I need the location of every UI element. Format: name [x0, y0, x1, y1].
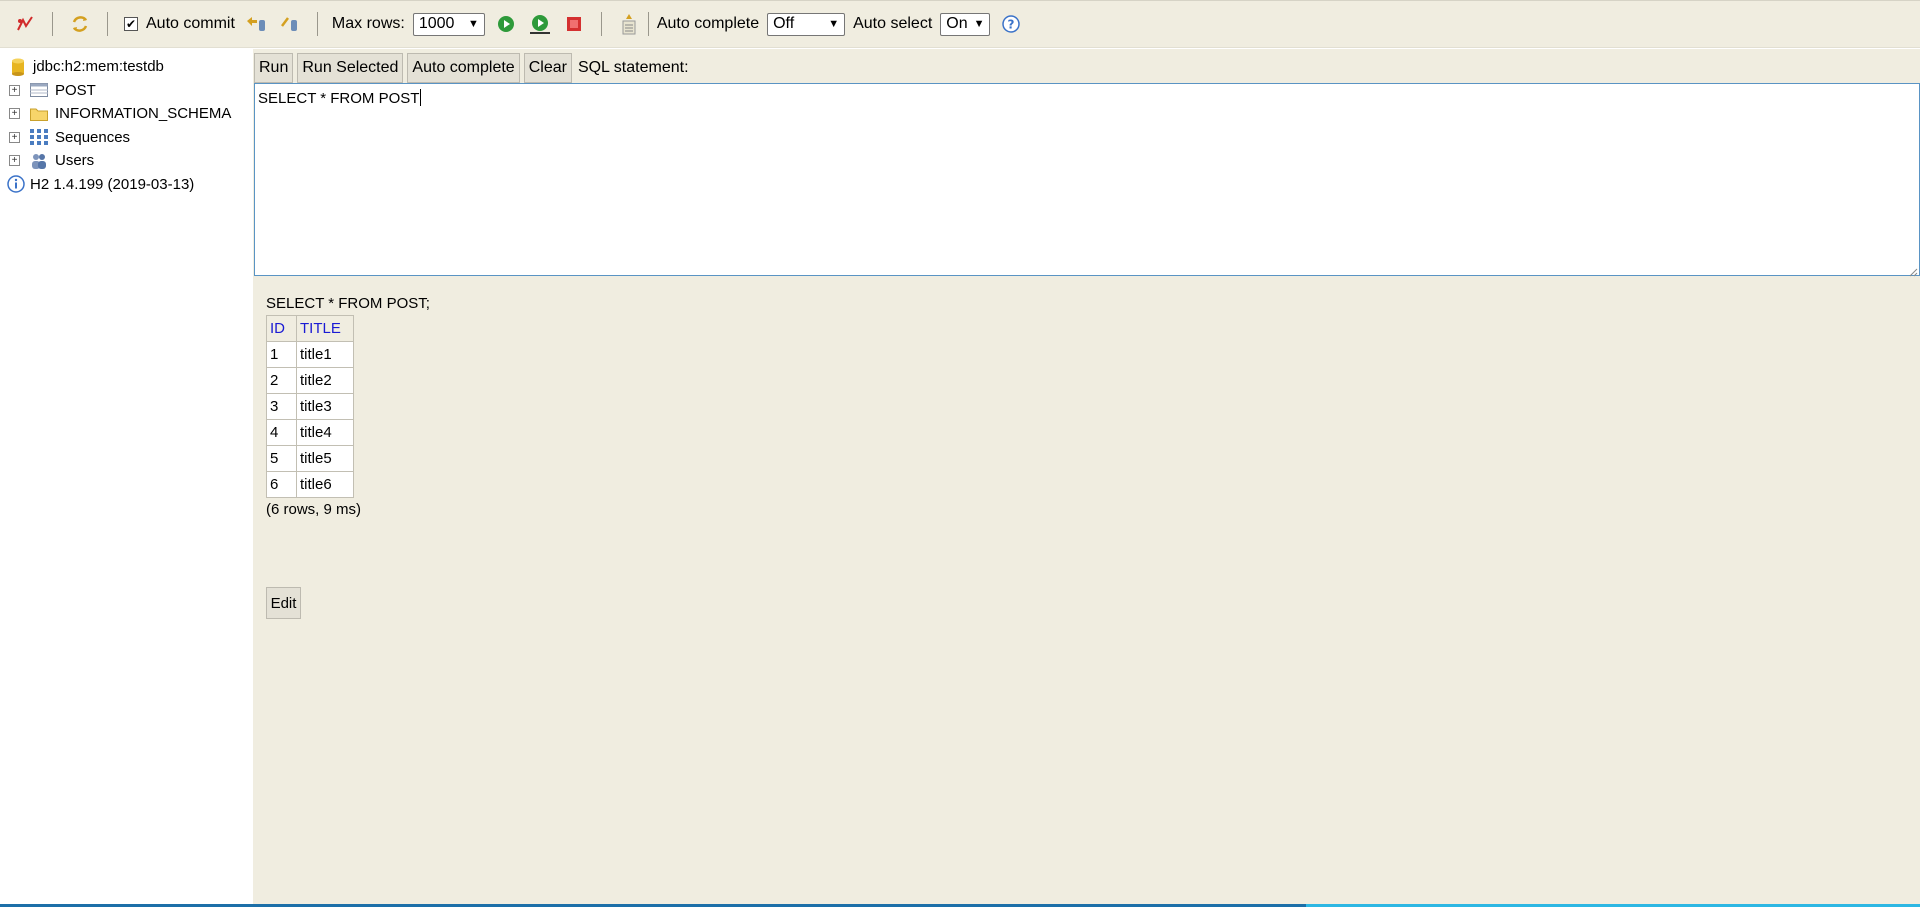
- sql-text: SELECT * FROM POST: [258, 90, 420, 107]
- expand-icon[interactable]: +: [9, 108, 20, 120]
- tree-connection[interactable]: jdbc:h2:mem:testdb: [0, 55, 253, 79]
- query-panel: Run Run Selected Auto complete Clear SQL…: [253, 49, 1920, 904]
- text-caret: [420, 89, 422, 106]
- cell-id: 6: [266, 471, 297, 498]
- cell-title: title1: [296, 341, 354, 368]
- table-header-row: ID TITLE: [266, 315, 354, 342]
- table-row: 5 title5: [266, 445, 354, 472]
- column-header-id[interactable]: ID: [266, 315, 297, 342]
- chevron-down-icon: ▼: [973, 18, 985, 30]
- sequences-icon: [30, 128, 48, 146]
- auto-select-select[interactable]: On ▼: [940, 12, 991, 36]
- rollback-icon[interactable]: [244, 12, 268, 36]
- cell-title: title3: [296, 393, 354, 420]
- sql-editor[interactable]: SELECT * FROM POST: [254, 83, 1920, 277]
- tree-item-label: Sequences: [55, 128, 131, 146]
- commit-icon[interactable]: [278, 12, 302, 36]
- result-statement: SELECT * FROM POST;: [266, 295, 430, 312]
- run-selected-icon[interactable]: [528, 12, 552, 36]
- connection-label: jdbc:h2:mem:testdb: [33, 58, 164, 76]
- disconnect-icon[interactable]: [13, 12, 37, 36]
- tree-item-information-schema[interactable]: + INFORMATION_SCHEMA: [0, 102, 253, 126]
- chevron-down-icon: ▼: [467, 18, 479, 30]
- auto-select-label: Auto select: [853, 15, 933, 32]
- cell-id: 4: [266, 419, 297, 446]
- info-icon: [7, 175, 25, 193]
- run-selected-button[interactable]: Run Selected: [297, 52, 404, 83]
- column-header-title[interactable]: TITLE: [296, 315, 354, 342]
- expand-icon[interactable]: +: [9, 155, 20, 167]
- max-rows-label: Max rows:: [331, 15, 405, 32]
- table-row: 1 title1: [266, 341, 354, 368]
- toolbar: ✔ Auto commit Max rows: 1000 ▼ Auto comp…: [0, 0, 1920, 48]
- auto-complete-label: Auto complete: [656, 15, 760, 32]
- table-row: 3 title3: [266, 393, 354, 420]
- result-summary: (6 rows, 9 ms): [266, 501, 362, 518]
- stop-icon[interactable]: [562, 12, 586, 36]
- database-icon: [9, 58, 27, 76]
- refresh-icon[interactable]: [68, 12, 92, 36]
- auto-complete-button[interactable]: Auto complete: [407, 52, 520, 83]
- toolbar-separator: [316, 12, 318, 36]
- expand-icon[interactable]: +: [9, 84, 20, 96]
- auto-commit-label: Auto commit: [146, 15, 235, 32]
- toolbar-separator: [52, 12, 53, 36]
- cell-title: title6: [296, 471, 354, 498]
- max-rows-select[interactable]: 1000 ▼: [412, 12, 485, 36]
- auto-select-value: On: [946, 15, 968, 32]
- help-icon[interactable]: ?: [999, 12, 1023, 36]
- expand-icon[interactable]: +: [9, 131, 20, 143]
- version-label: H2 1.4.199 (2019-03-13): [30, 175, 195, 193]
- cell-title: title5: [296, 445, 354, 472]
- cell-title: title4: [296, 419, 354, 446]
- schema-tree: jdbc:h2:mem:testdb + POST + INFORMATION_…: [0, 49, 253, 904]
- toolbar-separator: [107, 12, 108, 36]
- folder-icon: [30, 105, 48, 123]
- results-area: SELECT * FROM POST; ID TITLE 1 title1 2 …: [266, 295, 430, 619]
- cell-id: 2: [266, 367, 297, 394]
- tree-item-label: POST: [55, 81, 96, 99]
- history-icon[interactable]: [617, 12, 641, 36]
- query-button-bar: Run Run Selected Auto complete Clear SQL…: [253, 49, 1920, 83]
- help-glyph: ?: [1008, 18, 1015, 32]
- results-table: ID TITLE 1 title1 2 title2 3 title3 4 ti…: [266, 315, 354, 498]
- tree-item-post[interactable]: + POST: [0, 79, 253, 103]
- clear-button[interactable]: Clear: [523, 52, 572, 83]
- users-icon: [30, 152, 48, 170]
- edit-button[interactable]: Edit: [266, 587, 301, 619]
- run-icon[interactable]: [494, 12, 518, 36]
- max-rows-value: 1000: [418, 15, 455, 32]
- auto-commit-checkbox[interactable]: ✔: [124, 17, 138, 31]
- toolbar-separator: [600, 12, 602, 36]
- table-row: 2 title2: [266, 367, 354, 394]
- cell-title: title2: [296, 367, 354, 394]
- table-row: 4 title4: [266, 419, 354, 446]
- cell-id: 3: [266, 393, 297, 420]
- resize-handle-icon[interactable]: [1908, 264, 1918, 277]
- tree-item-users[interactable]: + Users: [0, 149, 253, 173]
- table-icon: [30, 81, 48, 99]
- cell-id: 1: [266, 341, 297, 368]
- run-button[interactable]: Run: [254, 52, 294, 83]
- tree-version: H2 1.4.199 (2019-03-13): [0, 173, 253, 197]
- tree-item-label: INFORMATION_SCHEMA: [55, 105, 232, 123]
- auto-complete-select[interactable]: Off ▼: [767, 12, 846, 36]
- table-row: 6 title6: [266, 471, 354, 498]
- tree-item-label: Users: [55, 152, 95, 170]
- cell-id: 5: [266, 445, 297, 472]
- toolbar-separator: [647, 12, 649, 36]
- sql-statement-label: SQL statement:: [577, 58, 689, 76]
- tree-item-sequences[interactable]: + Sequences: [0, 126, 253, 150]
- chevron-down-icon: ▼: [828, 18, 840, 30]
- auto-complete-value: Off: [773, 15, 795, 32]
